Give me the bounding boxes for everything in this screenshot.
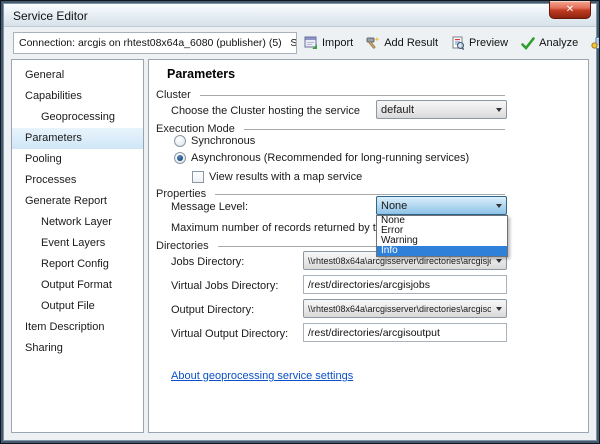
sidebar-item-geoprocessing[interactable]: Geoprocessing	[12, 107, 143, 128]
jobs-directory-value: \\rhtest08x64a\arcgisserver\directories\…	[304, 256, 491, 266]
sidebar-item-general[interactable]: General	[12, 65, 143, 86]
window-title: Service Editor	[13, 9, 88, 23]
title-bar: Service Editor	[4, 4, 596, 27]
cluster-select-value: default	[377, 104, 491, 116]
message-level-dropdown-list: None Error Warning Info	[376, 215, 508, 257]
sidebar-item-event-layers[interactable]: Event Layers	[12, 233, 143, 254]
sidebar-item-output-format[interactable]: Output Format	[12, 275, 143, 296]
group-divider	[200, 95, 505, 96]
service-editor-window: Service Editor ✕ Connection: arcgis on r…	[0, 0, 600, 444]
import-button[interactable]: Import	[304, 36, 353, 50]
sidebar-item-capabilities[interactable]: Capabilities	[12, 86, 143, 107]
properties-group-label: Properties	[156, 188, 206, 200]
view-results-checkbox[interactable]: View results with a map service	[192, 171, 362, 183]
close-button[interactable]: ✕	[549, 1, 591, 19]
checkbox-unchecked-icon	[192, 171, 204, 183]
cluster-select[interactable]: default	[376, 100, 507, 119]
sidebar-item-network-layer[interactable]: Network Layer	[12, 212, 143, 233]
cluster-row-label: Choose the Cluster hosting the service	[171, 105, 360, 117]
chevron-down-icon	[491, 197, 506, 214]
radio-unselected-icon	[174, 135, 186, 147]
chevron-down-icon	[491, 300, 506, 317]
output-directory-label: Output Directory:	[171, 304, 254, 316]
analyze-icon	[521, 37, 535, 50]
jobs-directory-label: Jobs Directory:	[171, 256, 244, 268]
settings-nav: General Capabilities Geoprocessing Param…	[11, 59, 144, 433]
group-divider	[215, 194, 505, 195]
preview-label: Preview	[469, 37, 508, 49]
message-level-value: None	[377, 200, 491, 212]
asynchronous-radio-label: Asynchronous (Recommended for long-runni…	[191, 152, 469, 164]
analyze-label: Analyze	[539, 37, 578, 49]
cluster-group-label: Cluster	[156, 89, 191, 101]
view-results-checkbox-label: View results with a map service	[209, 171, 362, 183]
virtual-output-directory-input[interactable]	[303, 323, 507, 342]
preview-icon	[451, 36, 465, 50]
sidebar-item-parameters[interactable]: Parameters	[12, 128, 143, 149]
sidebar-item-generate-report[interactable]: Generate Report	[12, 191, 143, 212]
group-divider	[244, 129, 505, 130]
virtual-jobs-directory-label: Virtual Jobs Directory:	[171, 280, 278, 292]
add-result-icon	[366, 36, 380, 50]
message-level-label: Message Level:	[171, 201, 248, 213]
output-directory-select[interactable]: \\rhtest08x64a\arcgisserver\directories\…	[303, 299, 507, 318]
parameters-panel: Parameters Cluster Choose the Cluster ho…	[148, 59, 589, 433]
about-geoprocessing-link[interactable]: About geoprocessing service settings	[171, 370, 353, 382]
sidebar-item-item-description[interactable]: Item Description	[12, 317, 143, 338]
publish-icon	[591, 36, 600, 50]
virtual-output-directory-label: Virtual Output Directory:	[171, 328, 288, 340]
directories-group-label: Directories	[156, 240, 209, 252]
add-result-label: Add Result	[384, 37, 438, 49]
preview-button[interactable]: Preview	[451, 36, 508, 50]
asynchronous-radio[interactable]: Asynchronous (Recommended for long-runni…	[174, 152, 469, 164]
import-icon	[304, 36, 318, 50]
synchronous-radio[interactable]: Synchronous	[174, 135, 255, 147]
sidebar-item-output-file[interactable]: Output File	[12, 296, 143, 317]
message-level-select[interactable]: None	[376, 196, 507, 215]
dropdown-option-info[interactable]: Info	[377, 246, 507, 256]
import-label: Import	[322, 37, 353, 49]
publish-button[interactable]: Publish	[591, 36, 600, 50]
add-result-button[interactable]: Add Result	[366, 36, 438, 50]
sidebar-item-report-config[interactable]: Report Config	[12, 254, 143, 275]
analyze-button[interactable]: Analyze	[521, 37, 578, 50]
sidebar-item-sharing[interactable]: Sharing	[12, 338, 143, 359]
sidebar-item-pooling[interactable]: Pooling	[12, 149, 143, 170]
sidebar-item-processes[interactable]: Processes	[12, 170, 143, 191]
output-directory-value: \\rhtest08x64a\arcgisserver\directories\…	[304, 304, 491, 314]
virtual-jobs-directory-input[interactable]	[303, 275, 507, 294]
chevron-down-icon	[491, 101, 506, 118]
toolbar: Import Add Result Preview Analyze Publis…	[304, 31, 600, 55]
page-title: Parameters	[167, 67, 235, 81]
execution-mode-group-header: Execution Mode	[156, 123, 505, 135]
synchronous-radio-label: Synchronous	[191, 135, 255, 147]
connection-input[interactable]: Connection: arcgis on rhtest08x64a_6080 …	[13, 32, 297, 54]
execution-mode-group-label: Execution Mode	[156, 123, 235, 135]
radio-selected-icon	[174, 152, 186, 164]
